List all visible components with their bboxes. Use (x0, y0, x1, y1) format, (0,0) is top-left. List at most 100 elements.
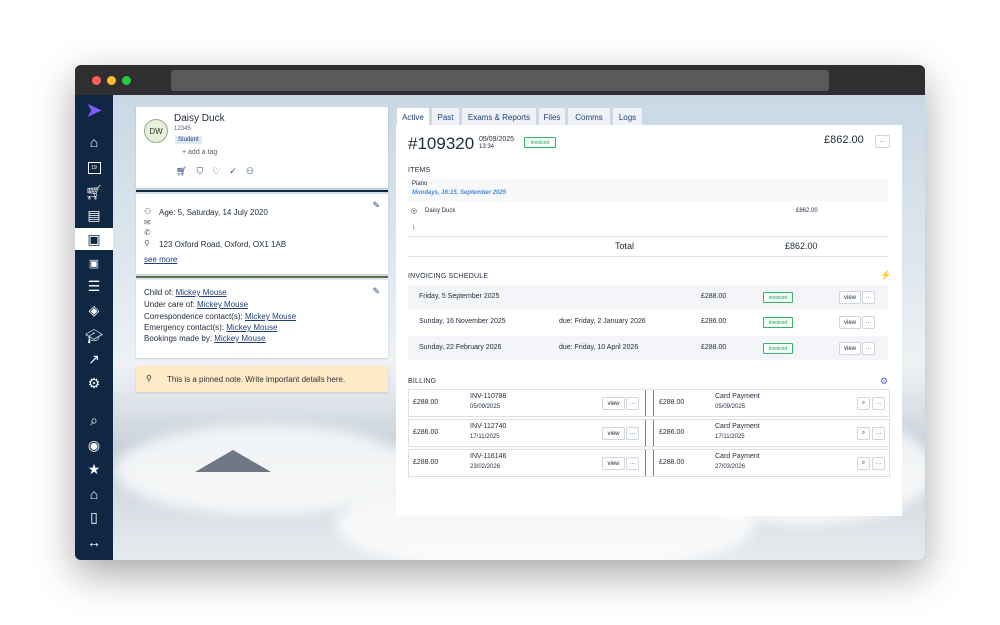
payment-more-button[interactable]: ··· (872, 457, 885, 470)
url-bar[interactable] (171, 70, 829, 91)
profile-id: 12345 (174, 126, 191, 132)
billing-invoice-date: 23/02/2026 (470, 464, 501, 470)
door-icon[interactable]: ▯ (75, 506, 113, 528)
user-circle-icon[interactable]: ◉ (75, 434, 113, 456)
phone-icon[interactable]: ✆ (144, 228, 151, 237)
billing-amount: £288.00 (413, 399, 439, 406)
payment-type: Card Payment (715, 453, 760, 460)
gear-icon[interactable]: ⚙ (75, 372, 113, 394)
emergency-link[interactable]: Mickey Mouse (226, 323, 277, 332)
invoice-more-button[interactable]: ··· (875, 135, 890, 148)
list-icon[interactable]: ☰ (75, 275, 113, 297)
payment-more-button[interactable]: ··· (872, 427, 885, 440)
home-icon[interactable]: ⌂ (75, 131, 113, 153)
billing-view-button[interactable]: view (602, 397, 625, 410)
calendar-day: 19 (87, 162, 101, 174)
schedule-view-button[interactable]: view (839, 291, 861, 304)
schedule-title: INVOICING SCHEDULE (408, 273, 489, 280)
billing-more-button[interactable]: ··· (626, 457, 639, 470)
edit-icon[interactable]: ✎ (372, 200, 380, 211)
schedule-view-button[interactable]: view (839, 342, 861, 355)
tab-past[interactable]: Past (431, 107, 460, 126)
billing-title: BILLING (408, 378, 437, 385)
billing-view-button[interactable]: view (602, 427, 625, 440)
pin-icon: ⚲ (146, 374, 152, 383)
emergency-label: Emergency contact(s): (144, 323, 225, 332)
invoice-time: 13:34 (479, 144, 495, 150)
house-icon[interactable]: ⌂ (75, 483, 113, 505)
billing-row: £288.00 INV-110788 05/09/2025 view ··· £… (408, 389, 890, 417)
total-divider (408, 256, 888, 257)
payment-type: Card Payment (715, 393, 760, 400)
maximize-window-button[interactable] (122, 76, 131, 85)
user-lock-icon[interactable]: ⚇ (246, 166, 254, 177)
payment-search-button[interactable]: ⌕ (857, 397, 870, 410)
tab-exams-reports[interactable]: Exams & Reports (461, 107, 537, 126)
item-student: Daisy Duck (425, 208, 456, 214)
id-card-small-icon[interactable]: ▣ (75, 252, 113, 274)
star-icon[interactable]: ★ (75, 458, 113, 480)
attachment-icon[interactable]: ⌇ (412, 224, 415, 232)
bookings-link[interactable]: Mickey Mouse (214, 334, 265, 343)
billing-invoice-number: INV-116146 (470, 453, 507, 460)
tab-active[interactable]: Active (396, 107, 430, 126)
id-card-icon[interactable]: ▣ (75, 228, 113, 250)
payment-more-button[interactable]: ··· (872, 397, 885, 410)
logo-icon[interactable]: ➤ (75, 99, 113, 121)
chart-icon[interactable]: ↗ (75, 348, 113, 370)
pinned-note[interactable]: ⚲ This is a pinned note. Write important… (136, 366, 388, 392)
background-mountain (195, 450, 271, 472)
role-badge: Student (175, 136, 202, 144)
title-bar (75, 65, 925, 95)
invoice-total: £862.00 (824, 134, 864, 146)
graduation-icon[interactable]: 🎓︎ (75, 325, 113, 347)
tab-logs[interactable]: Logs (612, 107, 643, 126)
shield-icon[interactable]: ⛉ (196, 166, 203, 177)
heartbeat-icon[interactable]: ♡ (212, 166, 220, 177)
diamond-info-icon[interactable]: ◈ (75, 299, 113, 321)
arrows-icon[interactable]: ↔ (75, 531, 113, 553)
billing-view-button[interactable]: view (602, 457, 625, 470)
payment-search-button[interactable]: ⌕ (857, 427, 870, 440)
see-more-link[interactable]: see more (144, 255, 177, 264)
billing-invoice-date: 05/09/2025 (470, 404, 501, 410)
tab-comms[interactable]: Comms (567, 107, 611, 126)
tab-files[interactable]: Files (538, 107, 566, 126)
schedule-more-button[interactable]: ··· (862, 291, 875, 304)
search-icon[interactable]: ⌕ (75, 409, 113, 431)
invoice-status-badge: invoiced (524, 137, 556, 148)
payment-search-button[interactable]: ⌕ (857, 457, 870, 470)
billing-more-button[interactable]: ··· (626, 427, 639, 440)
mail-icon[interactable]: ✉ (144, 218, 151, 227)
lightning-icon[interactable]: ⚡ (880, 270, 891, 281)
schedule-view-button[interactable]: view (839, 316, 861, 329)
close-window-button[interactable] (92, 76, 101, 85)
billing-amount: £288.00 (413, 459, 439, 466)
payment-amount: £288.00 (659, 459, 685, 466)
edit-icon[interactable]: ✎ (372, 286, 380, 297)
payment-amount: £286.00 (659, 429, 685, 436)
calendar-icon[interactable]: 19 (75, 157, 113, 179)
correspondence-label: Correspondence contact(s): (144, 312, 243, 321)
settings-cog-icon[interactable]: ⚙ (880, 376, 888, 387)
billing-more-button[interactable]: ··· (626, 397, 639, 410)
item-schedule: Mondays, 16:15, September 2025 (412, 190, 507, 196)
billing-invoice-date: 17/11/2025 (470, 434, 500, 440)
schedule-more-button[interactable]: ··· (862, 342, 875, 355)
minimize-window-button[interactable] (107, 76, 116, 85)
child-of-link[interactable]: Mickey Mouse (176, 288, 227, 297)
inbox-icon[interactable]: ▤ (75, 204, 113, 226)
avatar: DW (144, 119, 168, 143)
under-care-link[interactable]: Mickey Mouse (197, 300, 248, 309)
correspondence-link[interactable]: Mickey Mouse (245, 312, 296, 321)
child-of-label: Child of: (144, 288, 174, 297)
cart-icon[interactable]: 🛒︎ (75, 181, 113, 203)
billing-invoice-number: INV-110788 (470, 393, 507, 400)
pinned-note-text: This is a pinned note. Write important d… (167, 375, 346, 384)
add-tag-link[interactable]: + add a tag (182, 149, 217, 156)
schedule-more-button[interactable]: ··· (862, 316, 875, 329)
billing-row: £288.00 INV-116146 23/02/2026 view ··· £… (408, 449, 890, 477)
payment-date: 17/11/2025 (715, 434, 745, 440)
cart-icon[interactable]: 🛒︎ (176, 166, 187, 177)
double-check-icon[interactable]: ✓ (229, 166, 237, 177)
